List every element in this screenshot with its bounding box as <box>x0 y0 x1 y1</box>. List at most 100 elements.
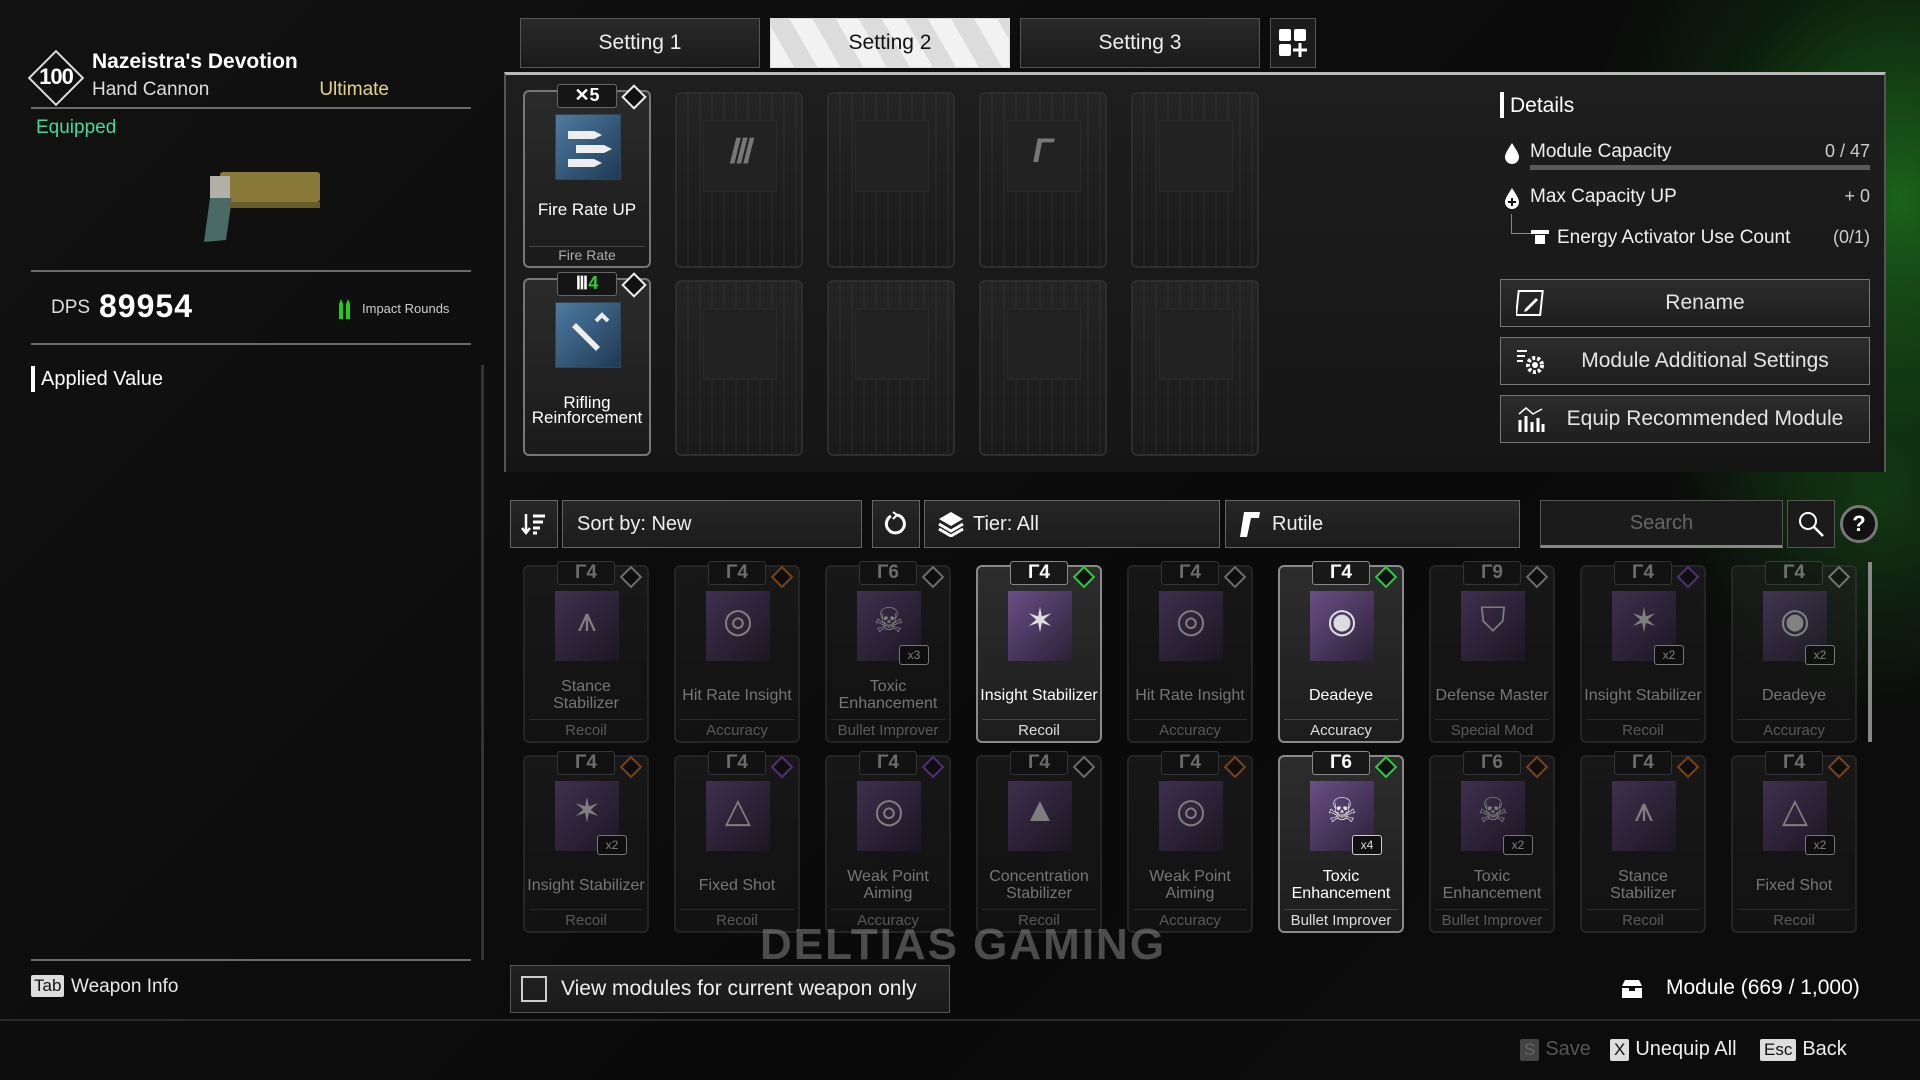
module-quantity: x2 <box>597 835 627 855</box>
equip-recommended-module-button[interactable]: Equip Recommended Module <box>1500 395 1870 443</box>
module-icon: ⛉ <box>1480 601 1506 639</box>
ammo-type: Impact Rounds <box>362 301 450 316</box>
module-category: Bullet Improver <box>1284 909 1398 931</box>
reset-filter-button[interactable] <box>872 500 920 548</box>
module-card[interactable]: Γ4 △ Fixed Shot Recoil <box>674 751 800 933</box>
sort-direction-button[interactable] <box>510 500 558 548</box>
back-button[interactable]: Esc Back <box>1760 1038 1847 1061</box>
module-card[interactable]: Γ4 ◉ x2 Deadeye Accuracy <box>1731 561 1857 743</box>
module-name: Weak Point Aiming <box>847 868 929 902</box>
inventory-scrollbar[interactable] <box>1868 562 1872 742</box>
module-card[interactable]: Γ6 ☠ x4 Toxic Enhancement Bullet Improver <box>1278 751 1404 933</box>
module-card[interactable]: Γ4 ◎ Hit Rate Insight Accuracy <box>674 561 800 743</box>
empty-module-slot[interactable]: Ⅲ <box>675 92 803 268</box>
tab-setting-2[interactable]: Setting 2 <box>770 18 1010 68</box>
module-card[interactable]: Γ4 ◎ Hit Rate Insight Accuracy <box>1127 561 1253 743</box>
module-icon: ◎ <box>1176 602 1206 640</box>
weapon-type: Hand Cannon <box>92 79 210 100</box>
module-name: Toxic Enhancement <box>1291 868 1391 902</box>
module-name: Toxic Enhancement <box>838 678 938 712</box>
rename-button[interactable]: Rename <box>1500 279 1870 327</box>
module-icon: ◎ <box>874 792 904 830</box>
module-cost: Γ6 <box>859 561 917 585</box>
module-card[interactable]: Γ4 △ x2 Fixed Shot Recoil <box>1731 751 1857 933</box>
divider <box>31 959 471 961</box>
add-setting-button[interactable] <box>1270 18 1316 68</box>
module-card[interactable]: Γ4 ◉ Deadeye Accuracy <box>1278 561 1404 743</box>
module-category: Recoil <box>982 719 1096 741</box>
module-cost: Γ9 <box>1463 561 1521 585</box>
tier-filter-dropdown[interactable]: Tier: All <box>924 500 1220 548</box>
module-card[interactable]: Γ6 ☠ x3 Toxic Enhancement Bullet Improver <box>825 561 951 743</box>
search-input[interactable]: Search <box>1540 500 1783 548</box>
module-icon: ◎ <box>723 602 753 640</box>
section-marker <box>31 366 35 392</box>
equipped-status: Equipped <box>36 117 117 138</box>
module-category: Special Mod <box>1435 719 1549 741</box>
dps-label: DPS <box>51 297 91 318</box>
module-category: Recoil <box>529 909 643 931</box>
socket-type-icon <box>770 755 794 779</box>
module-cost: Γ4 <box>1161 751 1219 775</box>
empty-module-slot[interactable] <box>827 92 955 268</box>
module-category: Accuracy <box>1284 719 1398 741</box>
save-button[interactable]: S Save <box>1520 1038 1591 1061</box>
module-storage-icon <box>1622 980 1642 998</box>
socket-type-icon <box>770 565 794 589</box>
module-category: Fire Rate <box>529 246 645 264</box>
equipped-module-slot[interactable]: ✕5 Fire Rate UP Fire Rate <box>523 84 651 268</box>
module-card[interactable]: Γ4 ◎ Weak Point Aiming Accuracy <box>825 751 951 933</box>
view-current-weapon-only-toggle[interactable]: View modules for current weapon only <box>510 965 950 1013</box>
module-name: Deadeye <box>1308 686 1374 704</box>
module-icon: ▲ <box>1023 791 1057 829</box>
empty-module-slot[interactable] <box>1131 280 1259 456</box>
module-cost: Γ6 <box>1463 751 1521 775</box>
module-category: Recoil <box>1586 719 1700 741</box>
empty-module-slot[interactable] <box>1131 92 1259 268</box>
equipped-module-slot[interactable]: Ⅲ4 Rifling Reinforcement <box>523 272 651 456</box>
details-title: Details <box>1510 94 1575 117</box>
weapon-info-button[interactable]: Weapon Info <box>71 976 178 998</box>
module-icon: ☠ <box>873 602 905 640</box>
divider <box>31 343 471 345</box>
module-cost: Γ4 <box>1161 561 1219 585</box>
checkbox[interactable] <box>521 976 547 1002</box>
footer-divider <box>0 1019 1920 1021</box>
sort-dropdown[interactable]: Sort by: New <box>562 500 862 548</box>
module-quantity: x2 <box>1654 645 1684 665</box>
max-capacity-value: + 0 <box>1844 186 1870 206</box>
module-card[interactable]: Γ4 ◎ Weak Point Aiming Accuracy <box>1127 751 1253 933</box>
module-card[interactable]: Γ4 ▲ Concentration Stabilizer Recoil <box>976 751 1102 933</box>
module-category: Recoil <box>1586 909 1700 931</box>
empty-module-slot[interactable]: Γ <box>979 92 1107 268</box>
module-icon: ◉ <box>1780 602 1810 640</box>
module-card[interactable]: Γ6 ☠ x2 Toxic Enhancement Bullet Improver <box>1429 751 1555 933</box>
module-name: Defense Master <box>1435 686 1549 704</box>
tab-setting-1[interactable]: Setting 1 <box>520 18 760 68</box>
module-card[interactable]: Γ4 ✶ x2 Insight Stabilizer Recoil <box>523 751 649 933</box>
unequip-all-button[interactable]: X Unequip All <box>1610 1038 1737 1061</box>
module-card[interactable]: Γ4 ⩚ Stance Stabilizer Recoil <box>1580 751 1706 933</box>
socket-filter-dropdown[interactable]: Rutile <box>1225 500 1520 548</box>
empty-module-slot[interactable] <box>827 280 955 456</box>
module-additional-settings-button[interactable]: Module Additional Settings <box>1500 337 1870 385</box>
module-category: Accuracy <box>680 719 794 741</box>
energy-activator-label: Energy Activator Use Count <box>1557 227 1791 248</box>
module-cost: Γ4 <box>1765 561 1823 585</box>
dps-value: 89954 <box>99 288 193 324</box>
left-scrollbar[interactable] <box>481 365 484 960</box>
empty-module-slot[interactable] <box>979 280 1107 456</box>
module-card[interactable]: Γ4 ✶ Insight Stabilizer Recoil <box>976 561 1102 743</box>
module-card[interactable]: Γ4 ✶ x2 Insight Stabilizer Recoil <box>1580 561 1706 743</box>
help-button[interactable]: ? <box>1840 505 1878 543</box>
layers-icon <box>938 512 964 537</box>
tab-setting-3[interactable]: Setting 3 <box>1020 18 1260 68</box>
socket-type-icon <box>921 565 945 589</box>
search-button[interactable] <box>1787 500 1835 548</box>
module-card[interactable]: Γ9 ⛉ Defense Master Special Mod <box>1429 561 1555 743</box>
empty-module-slot[interactable] <box>675 280 803 456</box>
module-card[interactable]: Γ4 ⩚ Stance Stabilizer Recoil <box>523 561 649 743</box>
module-name: Insight Stabilizer <box>527 876 645 894</box>
module-count: Module (669 / 1,000) <box>1666 976 1860 999</box>
section-marker <box>1500 92 1504 118</box>
